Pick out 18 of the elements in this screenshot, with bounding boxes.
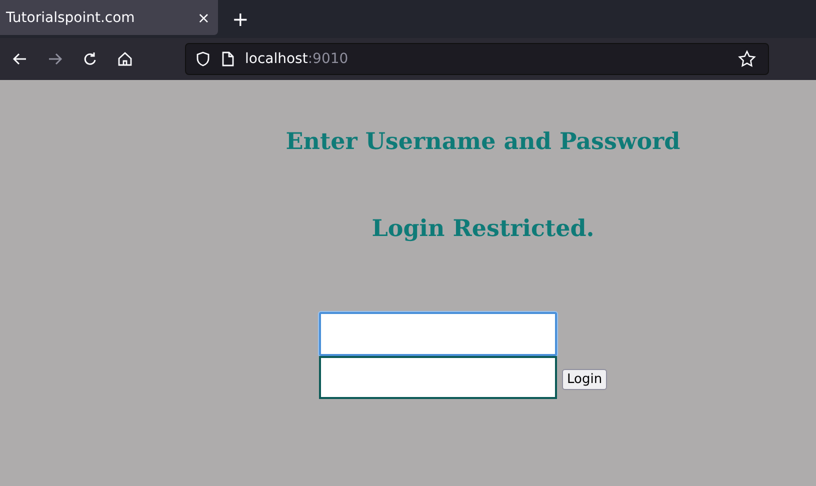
browser-tab[interactable]: Tutorialspoint.com ×	[0, 0, 218, 35]
home-icon[interactable]	[117, 51, 133, 67]
page-icon	[221, 51, 235, 67]
input-field[interactable]	[319, 356, 557, 399]
forward-icon[interactable]	[47, 51, 63, 67]
page-heading: Enter Username and Password	[286, 128, 680, 155]
url-text: localhost:9010	[245, 51, 348, 67]
back-icon[interactable]	[12, 51, 28, 67]
tab-title: Tutorialspoint.com	[6, 10, 135, 26]
input-field[interactable]	[319, 312, 557, 356]
page-heading: Login Restricted.	[372, 215, 594, 242]
address-bar[interactable]: localhost:9010	[185, 43, 769, 75]
reload-icon[interactable]	[82, 51, 98, 67]
login-button[interactable]: Login	[562, 369, 608, 390]
new-tab-button[interactable]: +	[218, 7, 261, 31]
shield-icon[interactable]	[195, 51, 211, 67]
close-tab-button[interactable]: ×	[197, 8, 210, 26]
bookmark-star-icon[interactable]	[738, 50, 756, 68]
